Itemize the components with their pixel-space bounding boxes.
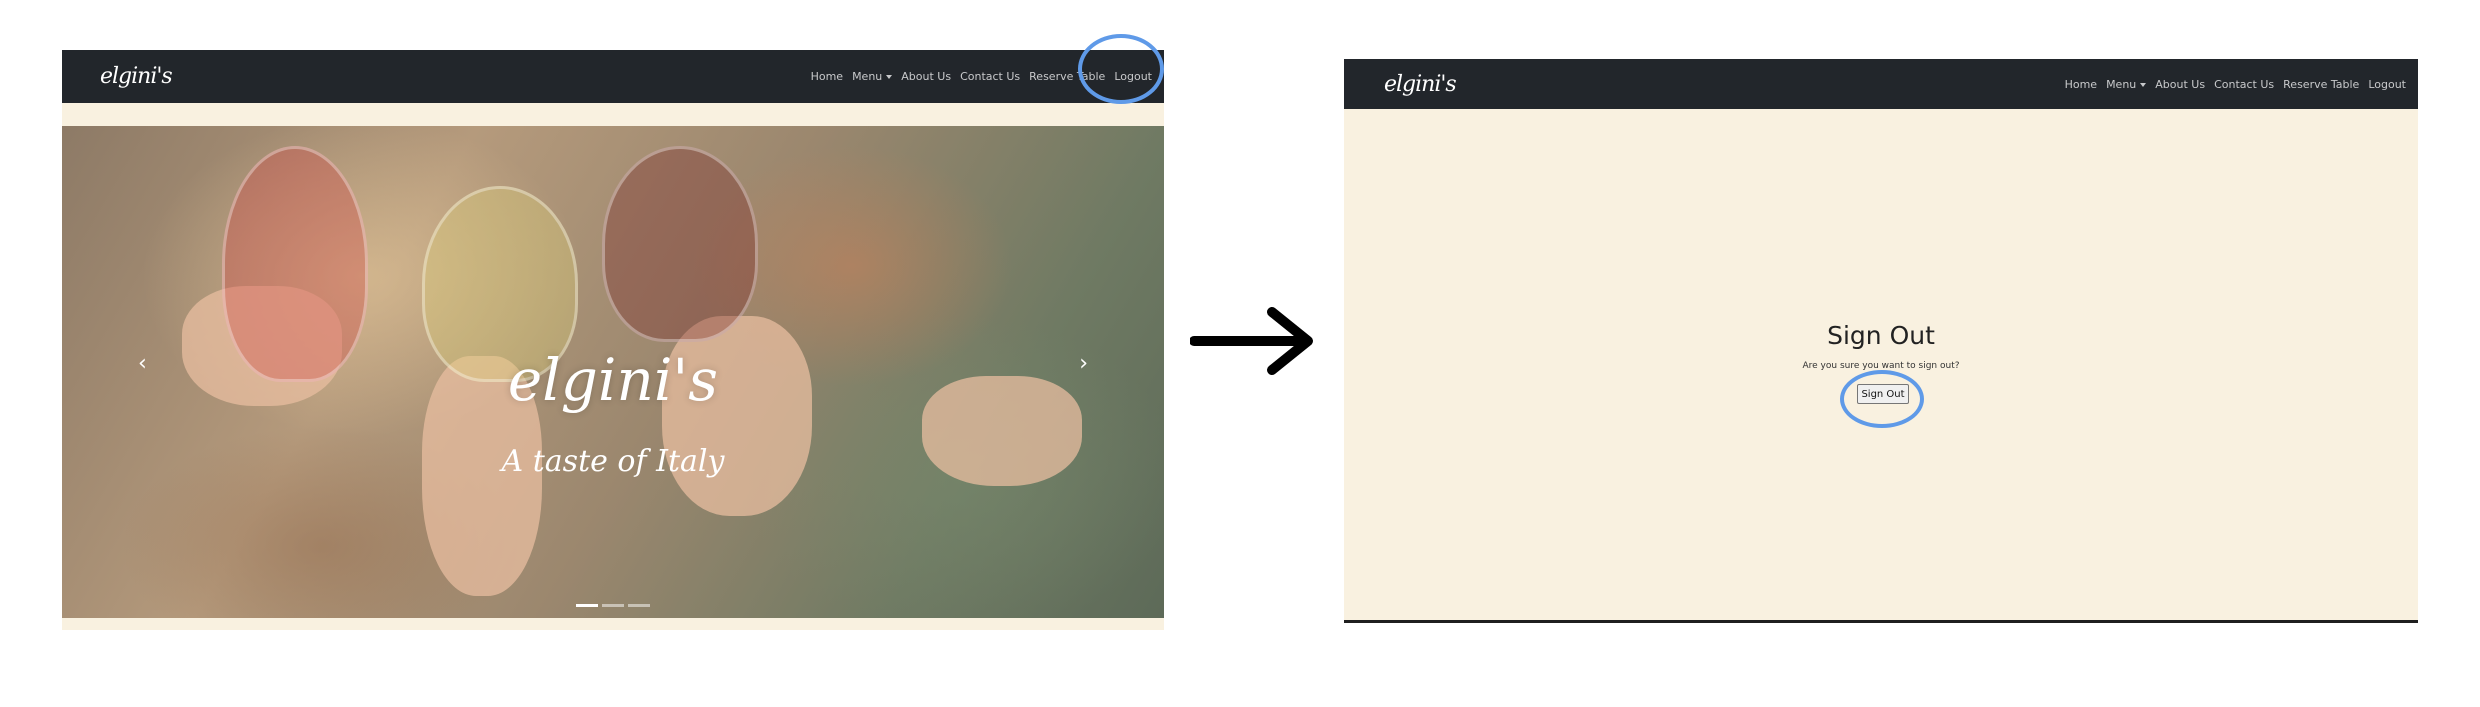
nav-home[interactable]: Home [811,70,843,83]
chevron-down-icon [2140,82,2147,87]
nav-about-us[interactable]: About Us [2155,78,2205,91]
nav-menu-dropdown[interactable]: Menu [2106,77,2147,91]
header-strip [62,103,1164,126]
nav-reserve-table[interactable]: Reserve Table [2283,78,2359,91]
hero-title: elgini's [507,346,719,414]
footer-strip [62,618,1164,630]
navbar: elgini's Home Menu About Us Contact Us R… [62,50,1164,103]
nav-contact-us[interactable]: Contact Us [960,70,1020,83]
home-page-screenshot: elgini's Home Menu About Us Contact Us R… [62,34,1164,630]
nav-menu-label: Menu [2106,77,2137,91]
carousel-indicator[interactable] [602,604,624,607]
nav-contact-us[interactable]: Contact Us [2214,78,2274,91]
nav-about-us[interactable]: About Us [901,70,951,83]
nav-menu-label: Menu [852,70,883,83]
nav-links: Home Menu About Us Contact Us Reserve Ta… [802,70,1152,83]
carousel-indicator[interactable] [576,604,598,607]
carousel-indicators [62,604,1164,607]
page-bottom-border [1344,620,2418,623]
nav-menu-dropdown[interactable]: Menu [852,70,893,83]
nav-reserve-table[interactable]: Reserve Table [1029,70,1105,83]
nav-logout[interactable]: Logout [1114,70,1152,83]
carousel-indicator[interactable] [628,604,650,607]
hero-subtitle: A taste of Italy [501,444,725,479]
brand-logo[interactable]: elgini's [1384,72,1457,97]
transition-arrow-icon [1190,307,1313,375]
nav-logout[interactable]: Logout [2368,78,2406,91]
hero-carousel: elgini's A taste of Italy ‹ › [62,126,1164,618]
nav-links: Home Menu About Us Contact Us Reserve Ta… [2056,78,2406,91]
nav-home[interactable]: Home [2065,78,2097,91]
carousel-prev-icon[interactable]: ‹ [138,351,147,376]
navbar: elgini's Home Menu About Us Contact Us R… [1344,59,2418,109]
carousel-next-icon[interactable]: › [1079,351,1088,376]
page-title: Sign Out [1827,321,1935,350]
wine-glass-image [602,146,758,342]
sign-out-button[interactable]: Sign Out [1857,384,1909,404]
brand-logo[interactable]: elgini's [100,64,173,89]
sign-out-page-screenshot: elgini's Home Menu About Us Contact Us R… [1344,59,2418,623]
sign-out-prompt: Are you sure you want to sign out? [1802,361,1960,371]
chevron-down-icon [886,75,893,79]
